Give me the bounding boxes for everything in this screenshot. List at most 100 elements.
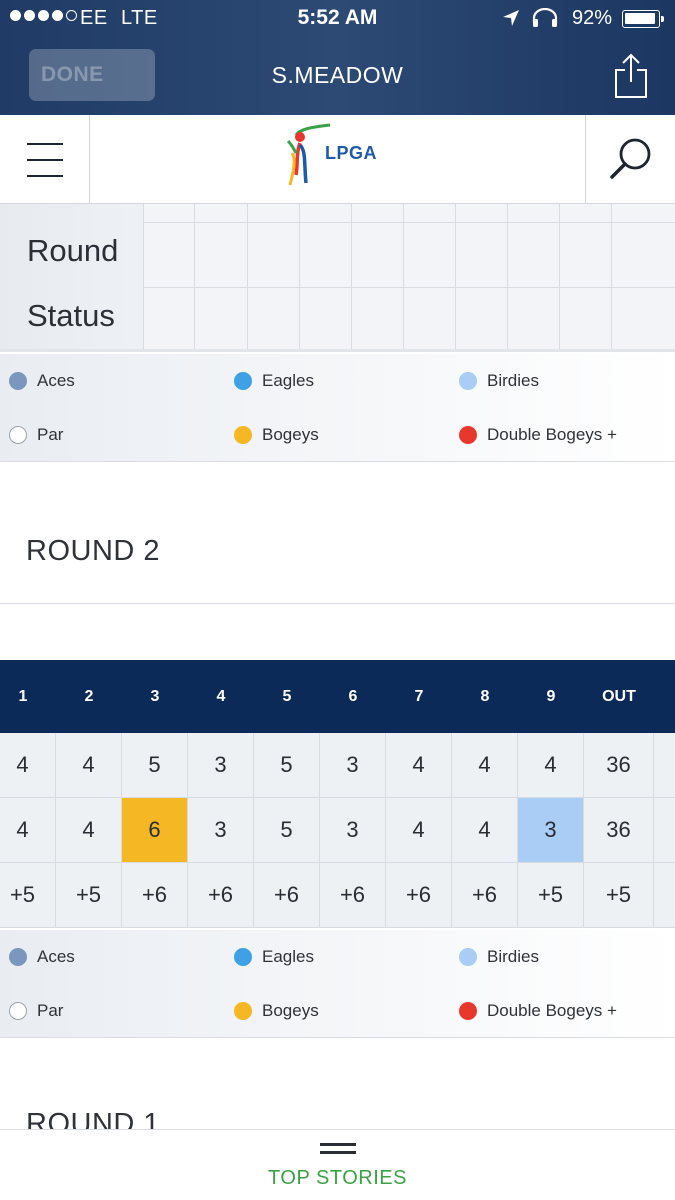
to-par-overflow-cell [654, 863, 675, 928]
double-bogeys-swatch-icon [459, 426, 477, 444]
legend-label: Bogeys [262, 1001, 319, 1020]
headphones-icon [532, 8, 558, 27]
hole-header-cell: 4 [216, 687, 226, 705]
player-title: S.MEADOW [271, 62, 404, 88]
score-cell: 4 [0, 798, 56, 863]
birdies-swatch-icon [459, 372, 477, 390]
par-cell: 3 [320, 733, 386, 798]
drawer-handle-icon[interactable] [320, 1143, 356, 1159]
round-label: Round [27, 233, 119, 268]
double-bogeys-swatch-icon [459, 1002, 477, 1020]
legend-label: Birdies [487, 371, 539, 390]
legend-label: Eagles [262, 947, 314, 966]
to-par-cell: +6 [386, 863, 452, 928]
hole-header-cell: 1 [18, 687, 28, 705]
birdie-score-cell: 3 [518, 798, 584, 863]
score-cell: 3 [320, 798, 386, 863]
hamburger-menu-icon[interactable] [0, 115, 90, 203]
bogeys-swatch-icon [234, 1002, 252, 1020]
bottom-bar: TOP STORIES [0, 1129, 675, 1200]
to-par-total-cell: +5 [584, 863, 654, 928]
section-divider [0, 603, 675, 604]
legend-item-par: Par [9, 425, 63, 445]
legend-item-eagles: Eagles [234, 371, 314, 391]
to-par-cell: +6 [320, 863, 386, 928]
legend-item-double-bogeys: Double Bogeys + [459, 1001, 617, 1021]
par-cell: 4 [452, 733, 518, 798]
hole-header-cell: 9 [546, 687, 556, 705]
score-legend: Aces Eagles Birdies Par Bogeys Double Bo… [0, 354, 675, 462]
legend-label: Double Bogeys + [487, 425, 617, 444]
par-cell: 4 [0, 733, 56, 798]
search-icon [610, 138, 651, 179]
par-overflow-cell [654, 733, 675, 798]
par-swatch-icon [9, 426, 27, 444]
legend-item-aces: Aces [9, 371, 75, 391]
legend-label: Bogeys [262, 425, 319, 444]
par-total-cell: 36 [584, 733, 654, 798]
top-stories-button[interactable]: TOP STORIES [0, 1167, 675, 1190]
aces-swatch-icon [9, 948, 27, 966]
app-header: LPGA [0, 115, 675, 204]
share-icon[interactable] [611, 52, 651, 100]
score-overflow-cell [654, 798, 675, 863]
round-2-scorecard: 1 2 3 4 5 6 7 8 9 OUT 4 4 5 3 5 3 4 4 4 … [0, 660, 675, 928]
score-cell: 4 [452, 798, 518, 863]
legend-label: Birdies [487, 947, 539, 966]
par-cell: 5 [254, 733, 320, 798]
hole-header-cell: 7 [414, 687, 424, 705]
legend-item-bogeys: Bogeys [234, 1001, 319, 1021]
eagles-swatch-icon [234, 948, 252, 966]
par-cell: 4 [56, 733, 122, 798]
legend-label: Par [37, 1001, 64, 1020]
to-par-cell: +5 [56, 863, 122, 928]
par-cell: 5 [122, 733, 188, 798]
hole-header-cell: 3 [150, 687, 160, 705]
logo-text: LPGA [325, 143, 378, 163]
location-arrow-icon [503, 10, 519, 26]
hole-header-cell: OUT [602, 687, 636, 705]
legend-label: Eagles [262, 371, 314, 390]
status-bar: EE LTE 5:52 AM 92% [0, 0, 675, 38]
score-legend-bottom: Aces Eagles Birdies Par Bogeys Double Bo… [0, 930, 675, 1038]
hole-number-header: 1 2 3 4 5 6 7 8 9 OUT [0, 660, 675, 733]
legend-item-birdies: Birdies [459, 947, 539, 967]
score-total-cell: 36 [584, 798, 654, 863]
eagles-swatch-icon [234, 372, 252, 390]
legend-label: Par [37, 425, 64, 444]
aces-swatch-icon [9, 372, 27, 390]
hole-header-cell: 8 [480, 687, 490, 705]
battery-icon [622, 10, 664, 28]
status-label: Status [27, 298, 115, 333]
hole-header-cell: 6 [348, 687, 358, 705]
search-button[interactable] [585, 115, 675, 203]
birdies-swatch-icon [459, 948, 477, 966]
legend-item-par: Par [9, 1001, 63, 1021]
legend-item-double-bogeys: Double Bogeys + [459, 425, 617, 445]
legend-label: Aces [37, 371, 75, 390]
top-navigation-bar: EE LTE 5:52 AM 92% DONE S.MEADOW [0, 0, 675, 115]
legend-label: Aces [37, 947, 75, 966]
round-2-heading[interactable]: ROUND 2 [26, 535, 160, 568]
legend-item-aces: Aces [9, 947, 75, 967]
to-par-cell: +6 [122, 863, 188, 928]
par-swatch-icon [9, 1002, 27, 1020]
battery-percentage: 92% [572, 7, 613, 29]
to-par-cell: +6 [254, 863, 320, 928]
round-status-label-column: Round Status [0, 204, 144, 349]
hole-header-cell: 5 [282, 687, 292, 705]
lpga-logo: LPGA [282, 119, 402, 199]
par-cell: 4 [518, 733, 584, 798]
to-par-cell: +5 [0, 863, 56, 928]
to-par-cell: +6 [452, 863, 518, 928]
bogeys-swatch-icon [234, 426, 252, 444]
round-status-grid [144, 204, 675, 349]
score-cell: 4 [56, 798, 122, 863]
score-cell: 4 [386, 798, 452, 863]
to-par-cell: +6 [188, 863, 254, 928]
to-par-cell: +5 [518, 863, 584, 928]
round-status-panel: Round Status [0, 204, 675, 352]
legend-item-birdies: Birdies [459, 371, 539, 391]
score-cell: 3 [188, 798, 254, 863]
score-cell: 5 [254, 798, 320, 863]
